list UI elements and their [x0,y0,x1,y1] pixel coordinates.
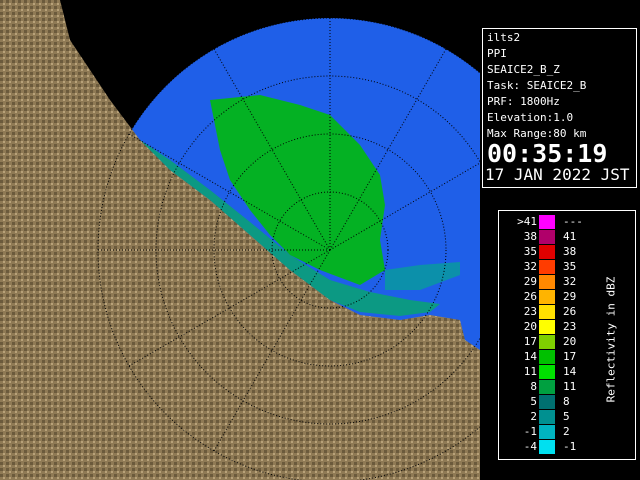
legend-color-swatch [539,350,555,364]
legend-row: >41 --- [499,215,637,229]
legend-unit-label: Reflectivity in dBZ [603,271,618,411]
legend-low-value: 5 [530,395,537,408]
legend-row: 35 38 [499,245,637,259]
legend-color-swatch [539,230,555,244]
legend-unit-text: Reflectivity in dBZ [604,276,618,403]
legend-color-swatch [539,245,555,259]
task-name: Task: SEAICE2_B [487,79,587,92]
legend-high-value: 32 [563,275,577,288]
legend-low-value: 20 [523,320,537,333]
legend-color-swatch [539,215,555,229]
reflectivity-legend: >41 --- 38 41 35 38 32 35 29 32 26 29 23 26 20 23 17 20 14… [498,210,636,460]
product-name: SEAICE2_B_Z [487,63,560,76]
legend-low-value: 14 [523,350,537,363]
legend-color-swatch [539,395,555,409]
legend-high-value: 8 [563,395,570,408]
legend-color-swatch [539,410,555,424]
prf-value: PRF: 1800Hz [487,95,560,108]
legend-low-value: 35 [523,245,537,258]
legend-color-swatch [539,290,555,304]
legend-color-swatch [539,425,555,439]
legend-color-swatch [539,260,555,274]
legend-low-value: 11 [523,365,537,378]
legend-color-swatch [539,365,555,379]
legend-high-value: 11 [563,380,577,393]
legend-row: 25 [499,410,637,424]
legend-low-value: 8 [530,380,537,393]
legend-low-value: 17 [523,335,537,348]
legend-color-swatch [539,440,555,454]
legend-color-swatch [539,335,555,349]
legend-low-value: 32 [523,260,537,273]
legend-low-value: 26 [523,290,537,303]
legend-high-value: 38 [563,245,577,258]
site-name: ilts2 [487,31,521,44]
legend-high-value: 14 [563,365,577,378]
legend-row: -1 2 [499,425,637,439]
legend-color-swatch [539,320,555,334]
radar-info-box: ilts2 PPI SEAICE2_B_Z Task: SEAICE2_B PR… [482,28,637,188]
legend-low-value: -1 [523,425,537,438]
scan-date: 17 JAN 2022 JST [485,165,630,184]
scan-mode: PPI [487,47,507,60]
legend-high-value: -1 [563,440,577,453]
legend-high-value: 2 [563,425,570,438]
legend-high-value: 41 [563,230,577,243]
legend-high-value: 23 [563,320,577,333]
info-panel: ilts2 PPI SEAICE2_B_Z Task: SEAICE2_B PR… [480,0,640,480]
legend-low-value: 38 [523,230,537,243]
legend-low-value: -4 [523,440,537,453]
legend-high-value: 35 [563,260,577,273]
elevation-value: Elevation:1.0 [487,111,574,124]
legend-high-value: 20 [563,335,577,348]
legend-color-swatch [539,275,555,289]
legend-high-value: 26 [563,305,577,318]
legend-high-value: 29 [563,290,577,303]
legend-low-value: 2 [530,410,537,423]
radar-ppi-map [0,0,480,480]
legend-low-value: 29 [523,275,537,288]
legend-color-swatch [539,305,555,319]
legend-color-swatch [539,380,555,394]
legend-high-value: --- [563,215,583,228]
legend-high-value: 17 [563,350,577,363]
legend-row: -4 -1 [499,440,637,454]
legend-row: 38 41 [499,230,637,244]
legend-low-value: >41 [517,215,537,228]
legend-high-value: 5 [563,410,570,423]
scan-time: 00:35:19 [487,139,608,168]
legend-low-value: 23 [523,305,537,318]
